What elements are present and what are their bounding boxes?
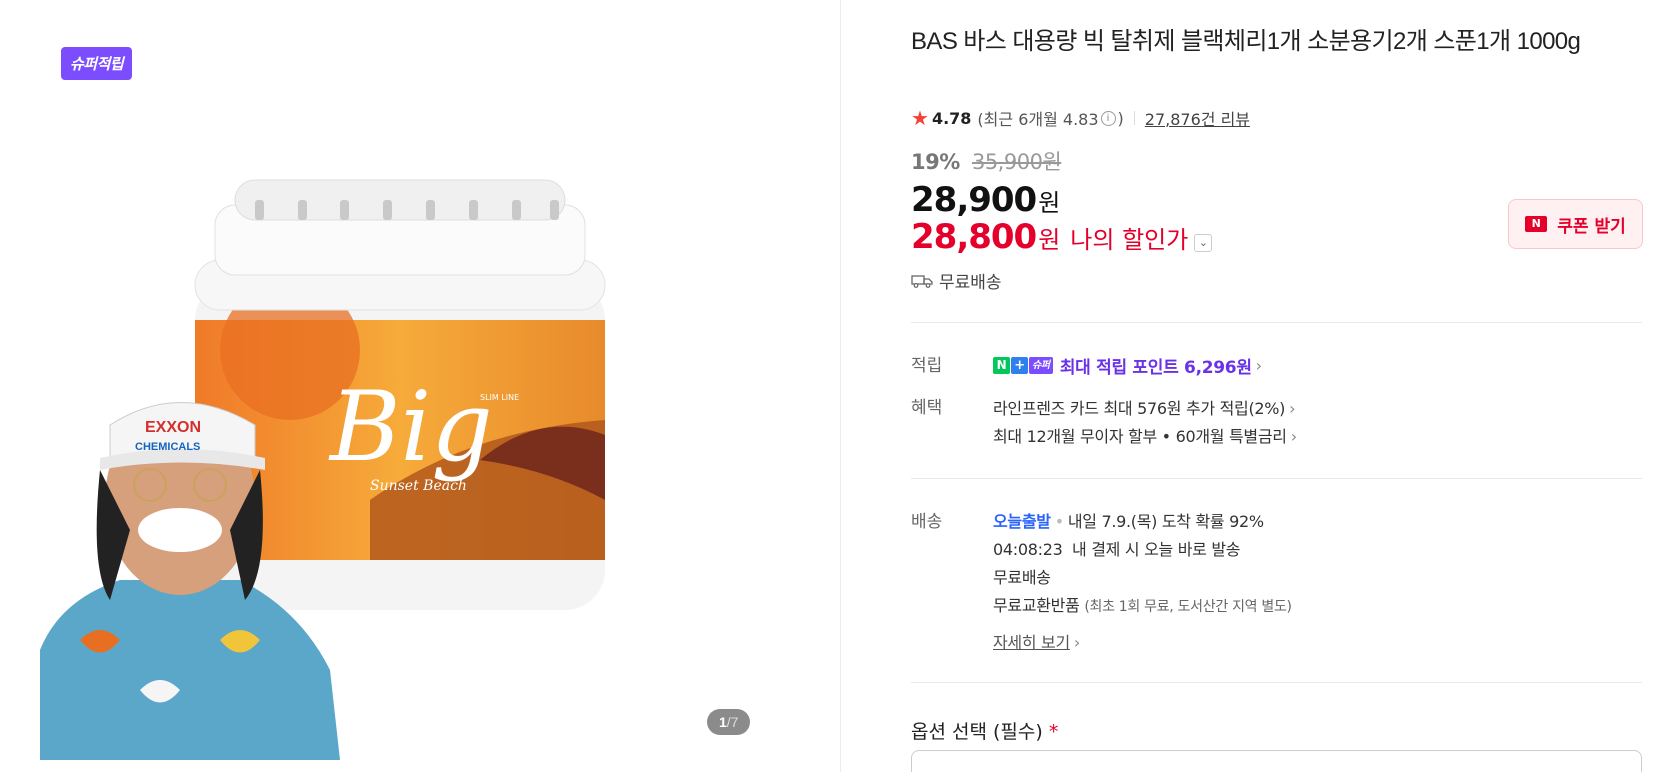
detail-link[interactable]: 자세히 보기 › xyxy=(993,629,1080,653)
svg-text:Sunset Beach: Sunset Beach xyxy=(370,478,467,494)
divider xyxy=(911,322,1642,323)
benefits-label: 혜택 xyxy=(911,398,943,418)
original-price-row: 19% 35,900원 xyxy=(911,146,1062,176)
chevron-down-icon[interactable]: ⌄ xyxy=(1194,234,1213,252)
option-select-label: 옵션 선택 (필수) * xyxy=(911,721,1059,743)
divider xyxy=(911,478,1642,479)
rating-row: ★ 4.78 (최근 6개월 4.83 i ) 27,876건 리뷰 xyxy=(911,106,1251,130)
delivery-label: 배송 xyxy=(911,512,943,532)
product-gallery: 슈퍼적립 Big Sunset Beach SLIM LINE EXXON CH… xyxy=(0,0,841,772)
option-select[interactable] xyxy=(911,750,1642,772)
my-price-label: 나의 할인가 xyxy=(1070,226,1189,254)
super-points-badge: 슈퍼적립 xyxy=(61,47,133,80)
chevron-right-icon: › xyxy=(1073,633,1080,652)
delivery-countdown: 04:08:23 내 결제 시 오늘 바로 발송 xyxy=(993,540,1241,559)
my-price: 28,800 xyxy=(911,217,1037,257)
info-icon[interactable]: i xyxy=(1100,110,1116,126)
npay-icon: N xyxy=(993,357,1010,374)
rating-score: 4.78 xyxy=(931,108,972,128)
benefit-installment[interactable]: 최대 12개월 무이자 할부 • 60개월 특별금리 › xyxy=(993,423,1297,447)
divider xyxy=(1133,111,1135,125)
benefit-card[interactable]: 라인프렌즈 카드 최대 576원 추가 적립(2%) › xyxy=(993,395,1296,419)
product-image[interactable]: Big Sunset Beach SLIM LINE EXXON CHEMICA… xyxy=(40,170,680,760)
product-title: BAS 바스 대용량 빅 탈취제 블랙체리1개 소분용기2개 스푼1개 1000… xyxy=(911,28,1581,55)
chevron-right-icon: › xyxy=(1290,427,1297,446)
my-price-row[interactable]: 28,800 원 나의 할인가 ⌄ xyxy=(911,217,1213,257)
sale-price: 28,900 xyxy=(911,180,1037,220)
jar-logo-text: Big xyxy=(328,371,493,483)
today-ship-badge: 오늘출발 xyxy=(993,512,1051,531)
chevron-right-icon: › xyxy=(1255,356,1262,375)
chevron-right-icon: › xyxy=(1289,399,1296,418)
star-icon: ★ xyxy=(911,106,929,130)
coupon-button[interactable]: N 쿠폰 받기 xyxy=(1508,199,1643,249)
recent-rating: (최근 6개월 4.83 xyxy=(977,110,1099,129)
countdown-timer: 04:08:23 xyxy=(993,540,1063,559)
delivery-today: 오늘출발 • 내일 7.9.(목) 도착 확률 92% xyxy=(993,512,1264,531)
image-pager[interactable]: 1/7 xyxy=(707,709,751,735)
original-price: 35,900원 xyxy=(971,150,1062,174)
free-shipping: 무료배송 xyxy=(993,568,1051,587)
sale-price-row: 28,900 원 xyxy=(911,180,1061,220)
free-return: 무료교환반품 (최초 1회 무료, 도서산간 지역 별도) xyxy=(993,596,1292,615)
svg-text:SLIM LINE: SLIM LINE xyxy=(480,393,519,402)
max-points: 최대 적립 포인트 6,296원 xyxy=(1059,358,1252,378)
points-row[interactable]: N + 슈퍼 최대 적립 포인트 6,296원 › xyxy=(993,353,1262,378)
coupon-icon: N xyxy=(1525,216,1548,232)
super-icon: 슈퍼 xyxy=(1029,357,1053,374)
divider xyxy=(911,682,1642,683)
discount-percent: 19% xyxy=(911,150,960,174)
truck-icon xyxy=(911,274,933,288)
svg-text:EXXON: EXXON xyxy=(145,419,201,436)
shipping-summary: 무료배송 xyxy=(911,268,1002,293)
plus-icon: + xyxy=(1011,357,1028,374)
review-count-link[interactable]: 27,876건 리뷰 xyxy=(1145,106,1250,130)
svg-text:CHEMICALS: CHEMICALS xyxy=(135,441,200,453)
points-label: 적립 xyxy=(911,356,943,376)
